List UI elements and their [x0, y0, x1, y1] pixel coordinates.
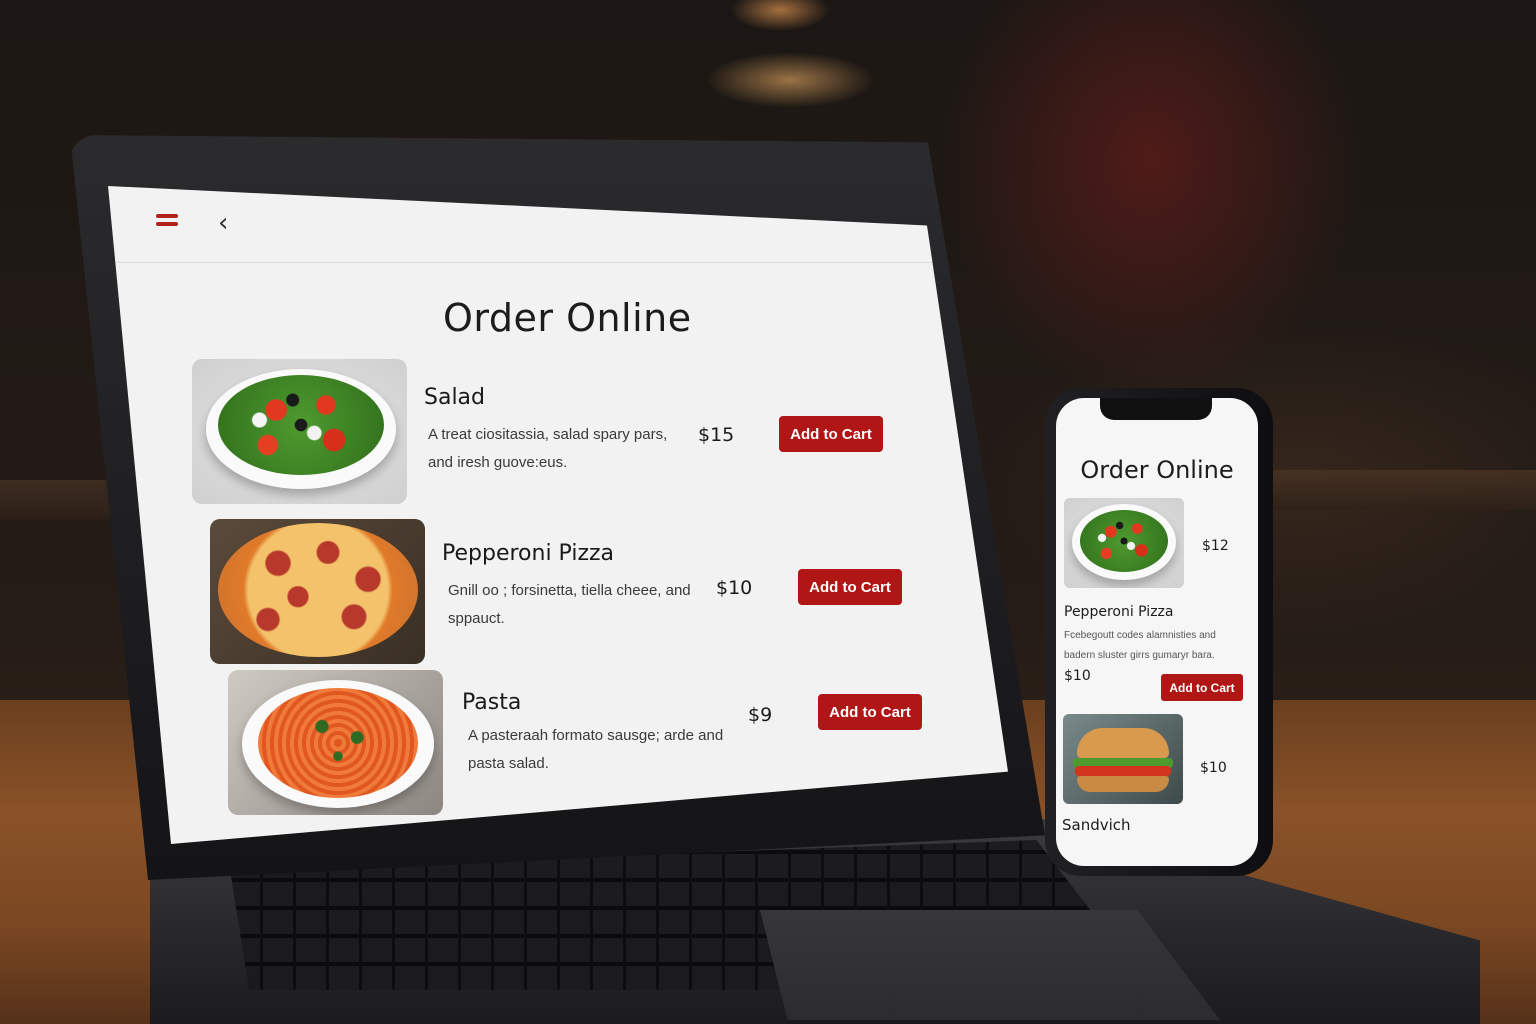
item-description: Fcebegoutt codes alamnisties and badern … [1064, 630, 1216, 661]
menu-item-salad: Salad A treat ciositassia, salad spary p… [192, 359, 892, 504]
item-name: Pepperoni Pizza [442, 541, 615, 566]
chevron-left-icon[interactable]: ‹ [218, 208, 228, 238]
phone-notch [1100, 398, 1212, 420]
item-price: $10 [1200, 760, 1227, 776]
item-description: Gnill oo ; forsinetta, tiella cheee, and… [448, 582, 691, 627]
item-price: $12 [1202, 538, 1229, 554]
background-shelf [1260, 470, 1536, 510]
salad-image [192, 359, 407, 504]
add-to-cart-button[interactable]: Add to Cart [779, 416, 883, 452]
phone-screen: Order Online $12 Pepperoni Pizza Fcebego… [1056, 398, 1258, 866]
header-divider [108, 262, 1008, 263]
add-to-cart-button[interactable]: Add to Cart [1161, 674, 1243, 701]
sandwich-image [1063, 714, 1183, 804]
add-to-cart-button[interactable]: Add to Cart [818, 694, 922, 730]
item-name: Pepperoni Pizza [1064, 604, 1174, 620]
page-title: Order Online [443, 296, 692, 340]
hamburger-icon[interactable] [156, 214, 178, 230]
item-name: Salad [424, 385, 486, 410]
item-name: Pasta [462, 690, 522, 715]
item-price: $15 [698, 424, 735, 446]
pasta-image [228, 670, 443, 815]
background-shelf [0, 480, 110, 520]
item-price: $10 [716, 577, 753, 599]
add-to-cart-button[interactable]: Add to Cart [798, 569, 902, 605]
pizza-image [210, 519, 425, 664]
item-price: $9 [748, 704, 773, 726]
item-description: A treat ciositassia, salad spary pars, a… [428, 426, 668, 471]
page-title: Order Online [1080, 456, 1234, 484]
item-price: $10 [1064, 668, 1091, 684]
item-description: A pasteraah formato sausge; arde and pas… [468, 727, 724, 772]
salad-image [1064, 498, 1184, 588]
laptop-screen: ‹ Order Online Salad A treat ciositassia… [108, 186, 1008, 844]
item-name: Sandvich [1062, 816, 1131, 834]
menu-item-pepperoni-pizza: Pepperoni Pizza Gnill oo ; forsinetta, t… [210, 519, 910, 664]
